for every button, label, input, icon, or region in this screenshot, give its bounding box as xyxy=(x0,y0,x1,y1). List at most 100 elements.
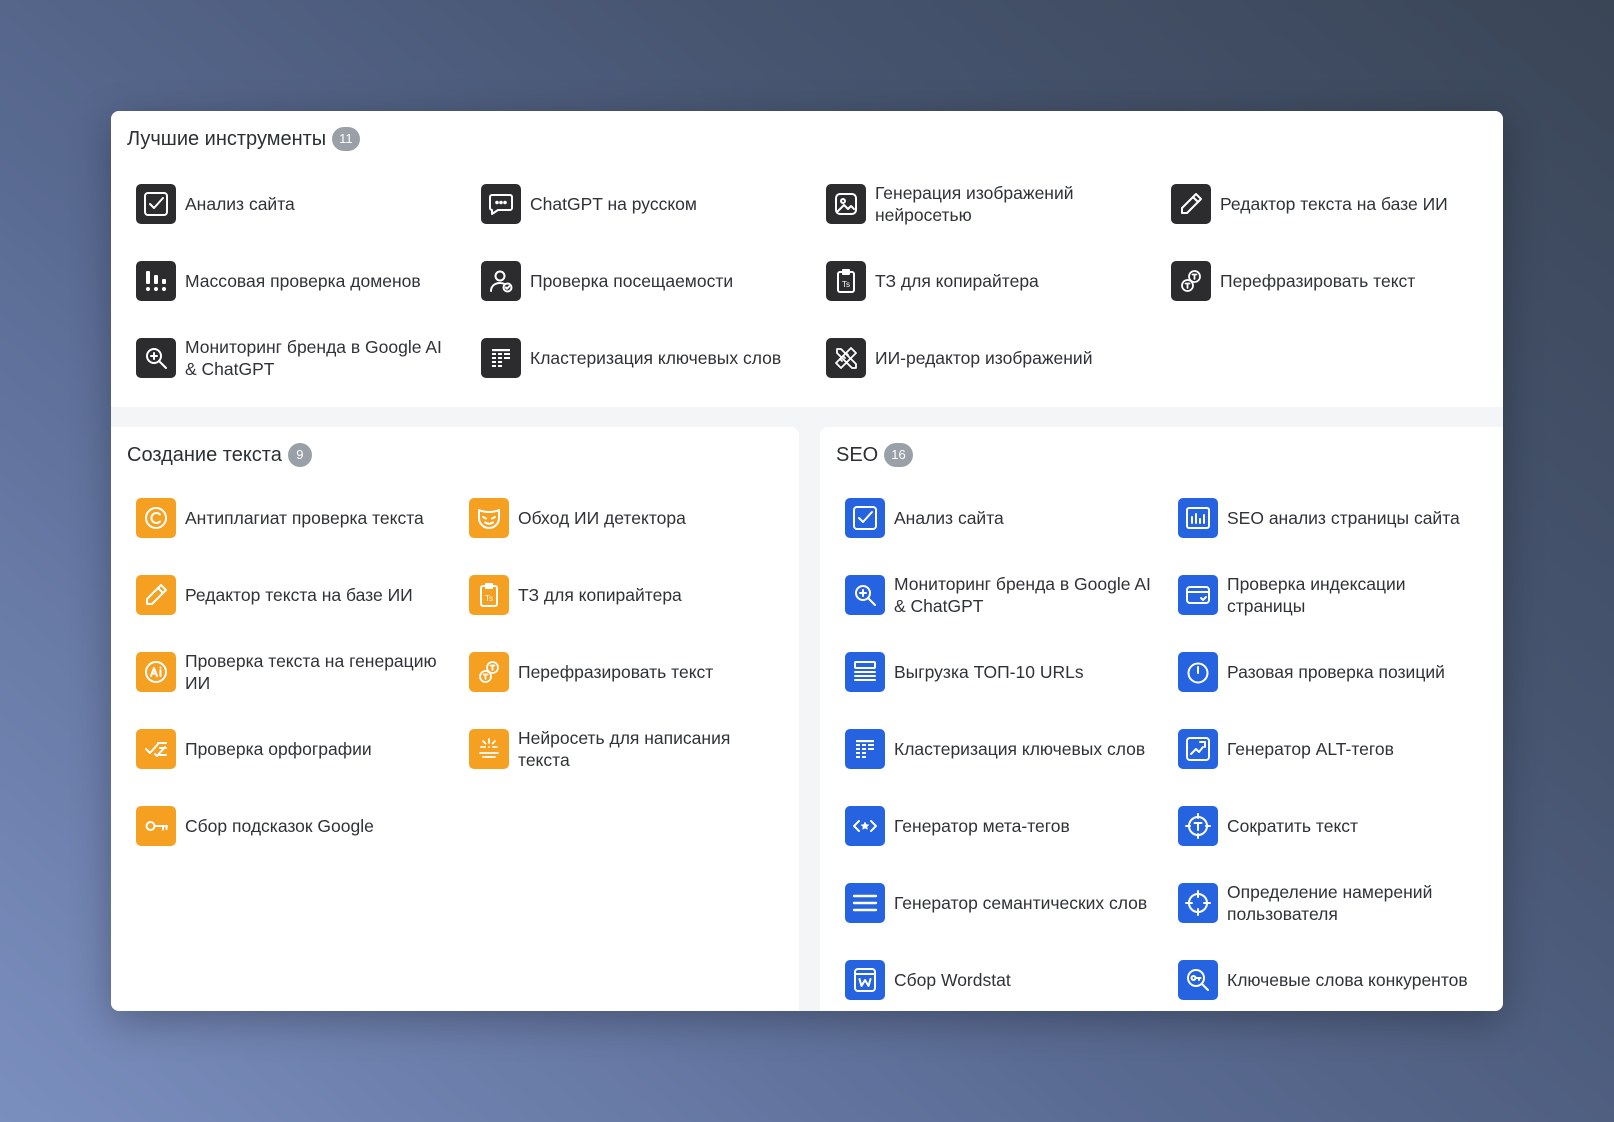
tool-brand-monitoring[interactable]: Мониторинг бренда в Google AI & ChatGPT xyxy=(845,556,1178,633)
key-list-icon xyxy=(136,805,176,846)
tool-seo-page-analysis[interactable]: SEO анализ страницы сайта xyxy=(1178,479,1503,556)
tool-competitor-keywords[interactable]: Ключевые слова конкурентов xyxy=(1178,941,1503,1011)
tool-label: Определение намерений пользователя xyxy=(1227,881,1433,924)
tool-user-intent[interactable]: Определение намерений пользователя xyxy=(1178,864,1503,941)
menu-lines-icon xyxy=(845,882,885,923)
tool-semantic-generator[interactable]: Генератор семантических слов xyxy=(845,864,1178,941)
tool-image-generation[interactable]: Генерация изображений нейросетью xyxy=(826,165,1171,242)
tool-label: Выгрузка ТОП-10 URLs xyxy=(894,661,1084,682)
tool-label: Кластеризация ключевых слов xyxy=(894,738,1146,759)
svg-text:Ts: Ts xyxy=(842,280,850,289)
image-tag-icon xyxy=(1178,728,1218,769)
clipboard-ts-icon: Ts xyxy=(826,260,866,301)
tool-label: Редактор текста на базе ИИ xyxy=(1220,193,1448,214)
cluster-list-icon xyxy=(845,728,885,769)
copyright-icon xyxy=(136,497,176,538)
tool-keyword-clustering[interactable]: Кластеризация ключевых слов xyxy=(481,319,826,396)
svg-text:Ts: Ts xyxy=(485,594,493,603)
tool-copywriter-brief[interactable]: Ts ТЗ для копирайтера xyxy=(826,242,1171,319)
magic-text-icon xyxy=(469,728,509,769)
tool-label: Перефразировать текст xyxy=(518,661,714,682)
tool-alt-tag-generator[interactable]: Генератор ALT-тегов xyxy=(1178,710,1503,787)
tool-site-analysis[interactable]: Анализ сайта xyxy=(845,479,1178,556)
tool-label: Генератор мета-тегов xyxy=(894,815,1070,836)
mask-icon xyxy=(469,497,509,538)
tool-copywriter-brief[interactable]: Ts ТЗ для копирайтера xyxy=(469,556,799,633)
tool-ai-writer[interactable]: Нейросеть для написания текста xyxy=(469,710,799,787)
pencil-icon xyxy=(1171,183,1211,224)
paraphrase-icon xyxy=(469,651,509,692)
seo-title: SEO xyxy=(836,443,879,466)
tool-paraphrase[interactable]: Перефразировать текст xyxy=(469,633,799,710)
text-creation-header: Создание текста 9 xyxy=(127,443,312,467)
tool-label: Анализ сайта xyxy=(185,193,295,214)
tool-shorten-text[interactable]: Сократить текст xyxy=(1178,787,1503,864)
tool-label: ИИ-редактор изображений xyxy=(875,347,1093,368)
crosshair-icon xyxy=(1178,882,1218,923)
tool-label: Проверка орфографии xyxy=(185,738,372,759)
best-tools-header: Лучшие инструменты 11 xyxy=(127,127,360,151)
seo-grid: Анализ сайта SEO анализ страницы сайта М… xyxy=(845,479,1503,1011)
tool-label: Ключевые слова конкурентов xyxy=(1227,969,1468,990)
tool-paraphrase[interactable]: Перефразировать текст xyxy=(1171,242,1503,319)
tool-label: ТЗ для копирайтера xyxy=(875,270,1039,291)
tool-label: Сократить текст xyxy=(1227,815,1359,836)
tool-label: Массовая проверка доменов xyxy=(185,270,421,291)
tool-meta-tag-generator[interactable]: Генератор мета-тегов xyxy=(845,787,1178,864)
ai-badge-icon xyxy=(136,651,176,692)
key-search-icon xyxy=(1178,959,1218,1000)
bar-chart-icon xyxy=(1178,497,1218,538)
tool-traffic-check[interactable]: Проверка посещаемости xyxy=(481,242,826,319)
tool-position-check[interactable]: Разовая проверка позиций xyxy=(1178,633,1503,710)
tool-label: Редактор текста на базе ИИ xyxy=(185,584,413,605)
tool-wordstat[interactable]: Сбор Wordstat xyxy=(845,941,1178,1011)
tool-label: Разовая проверка позиций xyxy=(1227,661,1445,682)
tool-bulk-domain-check[interactable]: Массовая проверка доменов xyxy=(136,242,481,319)
tool-ai-text-editor[interactable]: Редактор текста на базе ИИ xyxy=(1171,165,1503,242)
tool-spellcheck[interactable]: Проверка орфографии xyxy=(136,710,469,787)
tool-label: Мониторинг бренда в Google AI & ChatGPT xyxy=(894,573,1151,616)
best-tools-title: Лучшие инструменты xyxy=(127,127,327,150)
tool-antiplagiarism[interactable]: Антиплагиат проверка текста xyxy=(136,479,469,556)
target-t-icon xyxy=(1178,805,1218,846)
gauge-icon xyxy=(1178,651,1218,692)
text-creation-count-badge: 9 xyxy=(287,443,312,467)
list-lines-icon xyxy=(845,651,885,692)
text-creation-card: Создание текста 9 Антиплагиат проверка т… xyxy=(111,427,799,1011)
seo-count-badge: 16 xyxy=(884,443,913,467)
tool-label: Кластеризация ключевых слов xyxy=(530,347,782,368)
code-star-icon xyxy=(845,805,885,846)
best-tools-grid: Анализ сайта ChatGPT на русском Генераци… xyxy=(136,165,1503,396)
check-icon xyxy=(845,497,885,538)
seo-header: SEO 16 xyxy=(836,443,913,467)
tool-label: Проверка текста на генерацию ИИ xyxy=(185,650,437,693)
chat-icon xyxy=(481,183,521,224)
tool-google-suggestions[interactable]: Сбор подсказок Google xyxy=(136,787,469,864)
tool-label: Нейросеть для написания текста xyxy=(518,727,731,770)
tool-label: ТЗ для копирайтера xyxy=(518,584,682,605)
text-creation-title: Создание текста xyxy=(127,443,282,466)
tool-label: Анализ сайта xyxy=(894,507,1004,528)
tool-ai-detector-bypass[interactable]: Обход ИИ детектора xyxy=(469,479,799,556)
tool-label: Генерация изображений нейросетью xyxy=(875,182,1074,225)
paraphrase-icon xyxy=(1171,260,1211,301)
card-icon xyxy=(1178,574,1218,615)
tool-index-check[interactable]: Проверка индексации страницы xyxy=(1178,556,1503,633)
tool-label: Обход ИИ детектора xyxy=(518,507,686,528)
clipboard-ts-icon: Ts xyxy=(469,574,509,615)
tool-label: SEO анализ страницы сайта xyxy=(1227,507,1460,528)
tool-label: ChatGPT на русском xyxy=(530,193,697,214)
tool-ai-generation-check[interactable]: Проверка текста на генерацию ИИ xyxy=(136,633,469,710)
tool-ai-image-editor[interactable]: ИИ-редактор изображений xyxy=(826,319,1171,396)
tool-site-analysis[interactable]: Анализ сайта xyxy=(136,165,481,242)
check-icon xyxy=(136,183,176,224)
tool-brand-monitoring[interactable]: Мониторинг бренда в Google AI & ChatGPT xyxy=(136,319,481,396)
user-check-icon xyxy=(481,260,521,301)
tool-label: Проверка индексации страницы xyxy=(1227,573,1406,616)
tool-keyword-clustering[interactable]: Кластеризация ключевых слов xyxy=(845,710,1178,787)
cluster-list-icon xyxy=(481,337,521,378)
tool-ai-text-editor[interactable]: Редактор текста на базе ИИ xyxy=(136,556,469,633)
tool-top10-export[interactable]: Выгрузка ТОП-10 URLs xyxy=(845,633,1178,710)
best-tools-count-badge: 11 xyxy=(332,127,360,151)
tool-chatgpt[interactable]: ChatGPT на русском xyxy=(481,165,826,242)
